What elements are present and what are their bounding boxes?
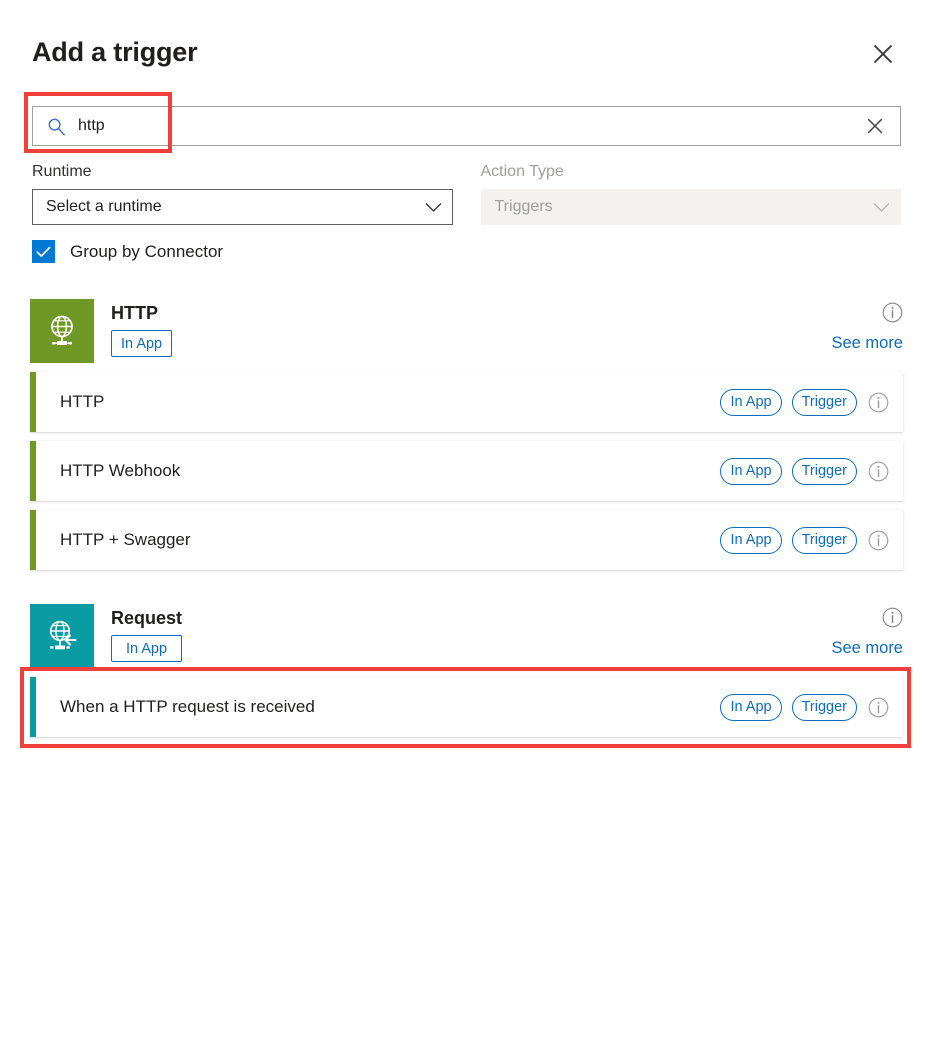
connector-name: Request	[111, 608, 183, 628]
panel-header: Add a trigger	[0, 0, 933, 96]
runtime-value: Select a runtime	[46, 198, 162, 215]
connector-inapp-badge[interactable]: In App	[111, 635, 183, 662]
group-separator	[20, 572, 913, 594]
operation-trigger-badge[interactable]: Trigger	[791, 388, 857, 416]
operation-trigger-badge[interactable]: Trigger	[791, 526, 857, 554]
operation-row[interactable]: HTTP Webhook In App Trigger	[30, 441, 903, 501]
operation-inapp-badge[interactable]: In App	[720, 526, 782, 554]
info-icon[interactable]	[867, 529, 889, 551]
connector-icon	[30, 604, 94, 668]
see-more-link[interactable]: See more	[831, 333, 903, 353]
connector-inapp-badge[interactable]: In App	[111, 330, 173, 357]
connector-meta: Request In App	[111, 604, 183, 662]
check-icon	[36, 246, 51, 257]
search-icon	[47, 117, 66, 136]
operation-trigger-badge[interactable]: Trigger	[791, 693, 857, 721]
operation-name: HTTP Webhook	[60, 461, 181, 480]
action-type-label: Action Type	[480, 163, 564, 180]
group-by-connector-checkbox[interactable]: Group by Connector	[32, 240, 223, 263]
chevron-down-icon	[425, 202, 441, 212]
info-icon[interactable]	[867, 460, 889, 482]
connector-header: Request In App See more	[20, 594, 913, 668]
search-clear-button[interactable]	[858, 109, 892, 143]
operation-badges: In App Trigger	[720, 388, 903, 416]
search-box[interactable]	[32, 106, 901, 146]
runtime-dropdown[interactable]: Select a runtime	[32, 189, 453, 225]
runtime-label: Runtime	[32, 163, 92, 180]
operation-inapp-badge[interactable]: In App	[720, 457, 782, 485]
search-area	[24, 92, 901, 153]
operation-badges: In App Trigger	[720, 693, 903, 721]
runtime-field: Runtime Select a runtime	[32, 162, 453, 225]
connector-group: Request In App See more When a HTTP requ…	[20, 594, 913, 748]
action-type-dropdown: Triggers	[480, 189, 901, 225]
connector-name: HTTP	[111, 303, 158, 323]
operation-name: When a HTTP request is received	[60, 697, 315, 716]
filters-row: Runtime Select a runtime Action Type Tri…	[32, 162, 901, 225]
action-type-value: Triggers	[494, 198, 553, 215]
operation-name: HTTP	[60, 392, 105, 411]
info-icon[interactable]	[867, 696, 889, 718]
operation-row[interactable]: HTTP In App Trigger	[30, 372, 903, 432]
operation-row[interactable]: HTTP + Swagger In App Trigger	[30, 510, 903, 570]
results-list: HTTP In App See more HTTP In App Trigger…	[20, 289, 913, 748]
operation-inapp-badge[interactable]: In App	[720, 388, 782, 416]
operation-name: HTTP + Swagger	[60, 530, 191, 549]
action-type-field: Action Type Triggers	[480, 162, 901, 225]
connector-actions: See more	[831, 606, 903, 658]
chevron-down-icon	[873, 202, 890, 212]
see-more-link[interactable]: See more	[831, 638, 903, 658]
page-title: Add a trigger	[32, 37, 198, 67]
checkbox-box	[32, 240, 55, 263]
clear-icon	[867, 118, 883, 134]
info-icon[interactable]	[881, 301, 903, 323]
connector-header: HTTP In App See more	[20, 289, 913, 363]
connector-meta: HTTP In App	[111, 299, 173, 357]
globe-arrow-icon	[49, 620, 77, 650]
globe-icon	[51, 315, 73, 345]
connector-group: HTTP In App See more HTTP In App Trigger…	[20, 289, 913, 570]
operation-badges: In App Trigger	[720, 526, 903, 554]
connector-icon	[30, 299, 94, 363]
operation-row[interactable]: When a HTTP request is received In App T…	[30, 677, 903, 737]
operation-inapp-badge[interactable]: In App	[720, 693, 782, 721]
close-icon	[873, 44, 893, 64]
operation-badges: In App Trigger	[720, 457, 903, 485]
search-input[interactable]	[66, 107, 858, 145]
info-icon[interactable]	[881, 606, 903, 628]
operation-trigger-badge[interactable]: Trigger	[791, 457, 857, 485]
close-panel-button[interactable]	[865, 36, 901, 72]
info-icon[interactable]	[867, 391, 889, 413]
connector-actions: See more	[831, 301, 903, 353]
highlighted-operation-wrapper: When a HTTP request is received In App T…	[20, 667, 913, 748]
group-by-connector-label: Group by Connector	[70, 241, 224, 261]
